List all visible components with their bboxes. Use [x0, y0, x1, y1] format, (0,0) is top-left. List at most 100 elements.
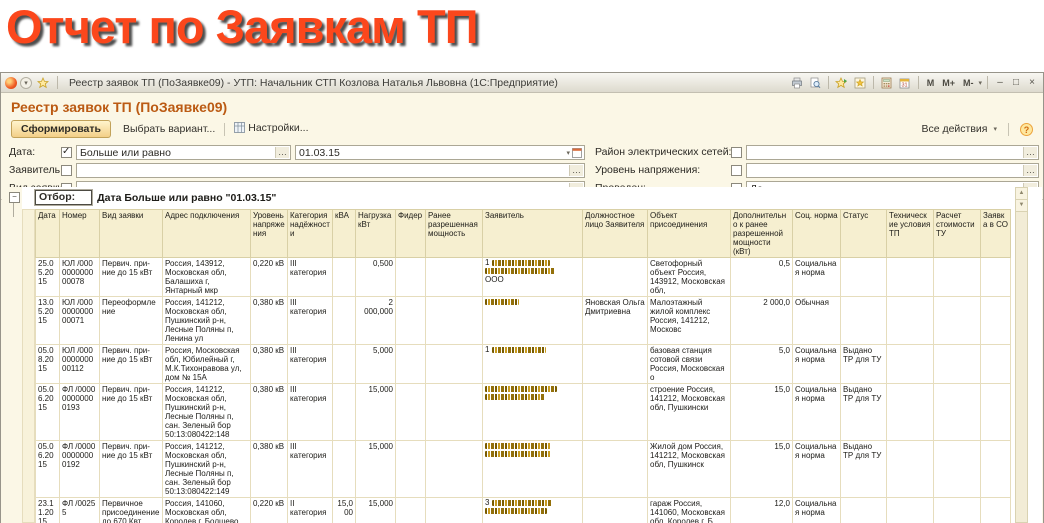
cell-official[interactable] — [583, 498, 648, 523]
cell-address[interactable]: Россия, Московская обл, Юбилейный г, М.К… — [163, 345, 251, 384]
cell-so[interactable] — [981, 345, 1011, 384]
district-filter-input[interactable]: … — [746, 145, 1039, 160]
cell-feeder[interactable] — [396, 258, 426, 297]
col-kind[interactable]: Вид заявки — [100, 210, 163, 258]
cell-category[interactable]: III категория — [288, 297, 333, 345]
applicant-filter-input[interactable]: … — [76, 163, 585, 178]
cell-feeder[interactable] — [396, 441, 426, 498]
scroll-down-icon[interactable]: ▼ — [1016, 200, 1027, 212]
col-kva[interactable]: кВА — [333, 210, 356, 258]
applicant-ellipsis-button[interactable]: … — [569, 165, 583, 176]
cell-kva[interactable]: 15,000 — [333, 498, 356, 523]
cell-load[interactable]: 15,000 — [356, 498, 396, 523]
app-icon[interactable] — [5, 77, 17, 89]
cell-add_power[interactable]: 2 000,0 — [731, 297, 793, 345]
cell-object[interactable]: строение Россия, 141212, Московская обл,… — [648, 384, 731, 441]
cell-status[interactable] — [841, 498, 887, 523]
cell-number[interactable]: ЮЛ /000000000000071 — [60, 297, 100, 345]
maximize-button[interactable]: □ — [1009, 77, 1023, 88]
cell-object[interactable]: гараж Россия, 141060, Московская обл, Ко… — [648, 498, 731, 523]
col-cost[interactable]: Расчет стоимости ТУ — [934, 210, 981, 258]
cell-so[interactable] — [981, 498, 1011, 523]
cell-tu[interactable] — [887, 384, 934, 441]
cell-feeder[interactable] — [396, 345, 426, 384]
cell-load[interactable]: 0,500 — [356, 258, 396, 297]
cell-voltage[interactable]: 0,380 кВ — [251, 441, 288, 498]
cell-applicant-redacted[interactable]: 3 — [483, 498, 583, 523]
cell-number[interactable]: ФЛ /000000000000192 — [60, 441, 100, 498]
cell-applicant-redacted[interactable] — [483, 384, 583, 441]
cell-load[interactable]: 5,000 — [356, 345, 396, 384]
add-favorite-icon[interactable] — [834, 76, 850, 90]
cell-status[interactable] — [841, 258, 887, 297]
cell-address[interactable]: Россия, 141212, Московская обл, Пушкинск… — [163, 297, 251, 345]
cell-so[interactable] — [981, 258, 1011, 297]
voltage-ellipsis-button[interactable]: … — [1023, 165, 1037, 176]
date-condition-select[interactable]: Больше или равно… — [76, 145, 291, 160]
all-actions-button[interactable]: Все действия — [921, 123, 987, 135]
cell-soc_norm[interactable]: Социальная норма — [793, 441, 841, 498]
cell-number[interactable]: ЮЛ /000000000000112 — [60, 345, 100, 384]
cell-official[interactable] — [583, 441, 648, 498]
col-voltage[interactable]: Уровень напряжения — [251, 210, 288, 258]
cell-prev_power[interactable] — [426, 384, 483, 441]
cell-category[interactable]: III категория — [288, 345, 333, 384]
cell-number[interactable]: ФЛ /00255 — [60, 498, 100, 523]
col-so[interactable]: Заявка в СО — [981, 210, 1011, 258]
col-official[interactable]: Должностное лицо Заявителя — [583, 210, 648, 258]
cell-address[interactable]: Россия, 143912, Московская обл, Балашиха… — [163, 258, 251, 297]
print-icon[interactable] — [789, 76, 805, 90]
cell-soc_norm[interactable]: Социальная норма — [793, 498, 841, 523]
favorites-star-icon[interactable] — [35, 76, 51, 90]
district-filter-checkbox[interactable] — [731, 147, 742, 158]
date-calendar-icon[interactable] — [572, 147, 582, 160]
cell-number[interactable]: ЮЛ /000000000000078 — [60, 258, 100, 297]
cell-object[interactable]: Светофорный объект Россия, 143912, Моско… — [648, 258, 731, 297]
cell-official[interactable]: Яновская Ольга Дмитриевна — [583, 297, 648, 345]
cell-cost[interactable] — [934, 345, 981, 384]
cell-kind[interactable]: Первич. при-ние до 15 кВт — [100, 441, 163, 498]
cell-official[interactable] — [583, 258, 648, 297]
voltage-filter-input[interactable]: … — [746, 163, 1039, 178]
all-actions-caret-icon[interactable]: ▾ — [993, 125, 997, 133]
cell-applicant-redacted[interactable]: 1 ООО — [483, 258, 583, 297]
cell-kva[interactable] — [333, 441, 356, 498]
cell-address[interactable]: Россия, 141060, Московская обл, Королев … — [163, 498, 251, 523]
cell-so[interactable] — [981, 441, 1011, 498]
cell-kva[interactable] — [333, 258, 356, 297]
cell-kva[interactable] — [333, 345, 356, 384]
vertical-scrollbar[interactable]: ▲ ▼ — [1015, 187, 1028, 523]
cell-category[interactable]: II категория — [288, 498, 333, 523]
cell-object[interactable]: Жилой дом Россия, 141212, Московская обл… — [648, 441, 731, 498]
col-prev_power[interactable]: Ранее разрешенная мощность — [426, 210, 483, 258]
applicant-filter-checkbox[interactable] — [61, 165, 72, 176]
cell-voltage[interactable]: 0,380 кВ — [251, 297, 288, 345]
col-add_power[interactable]: Дополнительно к ранее разрешенной мощнос… — [731, 210, 793, 258]
cell-status[interactable] — [841, 297, 887, 345]
choose-variant-button[interactable]: Выбрать вариант... — [119, 121, 219, 137]
cell-kind[interactable]: Первичное присоединение до 670 Квт — [100, 498, 163, 523]
cell-add_power[interactable]: 5,0 — [731, 345, 793, 384]
date-value-input[interactable]: 01.03.15 ▾ — [295, 145, 585, 160]
cell-status[interactable]: Выдано ТР для ТУ — [841, 441, 887, 498]
cell-prev_power[interactable] — [426, 345, 483, 384]
cell-soc_norm[interactable]: Социальная норма — [793, 384, 841, 441]
cell-add_power[interactable]: 12,0 — [731, 498, 793, 523]
filter-summary-label-cell[interactable]: Отбор: — [35, 190, 92, 205]
cell-date[interactable]: 13.05.2015 — [36, 297, 60, 345]
calendar-icon[interactable]: 31 — [897, 76, 913, 90]
generate-button[interactable]: Сформировать — [11, 120, 111, 138]
cell-kind[interactable]: Первич. при-ние до 15 кВт — [100, 384, 163, 441]
cell-category[interactable]: III категория — [288, 441, 333, 498]
m-button[interactable]: M — [924, 78, 938, 88]
cell-kind[interactable]: Первич. при-ние до 15 кВт — [100, 345, 163, 384]
col-tu[interactable]: Технические условия ТП — [887, 210, 934, 258]
cell-load[interactable]: 15,000 — [356, 384, 396, 441]
cell-voltage[interactable]: 0,220 кВ — [251, 498, 288, 523]
m-plus-button[interactable]: M+ — [939, 78, 958, 88]
col-load[interactable]: Нагрузка кВт — [356, 210, 396, 258]
cell-object[interactable]: базовая станция сотовой связи Россия, Мо… — [648, 345, 731, 384]
date-condition-ellipsis-button[interactable]: … — [275, 147, 289, 158]
cell-voltage[interactable]: 0,220 кВ — [251, 258, 288, 297]
cell-tu[interactable] — [887, 498, 934, 523]
